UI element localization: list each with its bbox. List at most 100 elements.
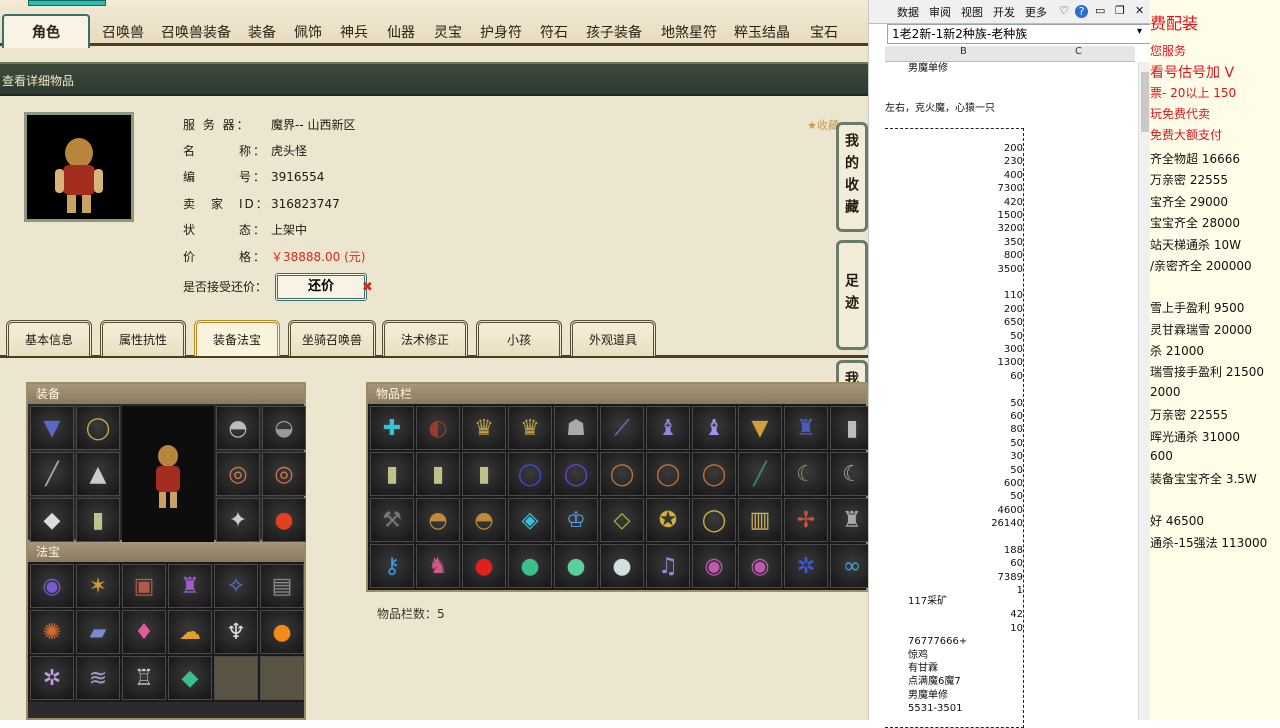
inventory-slot[interactable]: ● [462, 544, 506, 588]
subtab-mount-summon[interactable]: 坐骑召唤兽 [288, 320, 376, 356]
inventory-slot[interactable]: ╱ [738, 452, 782, 496]
inventory-slot[interactable]: ● [600, 544, 644, 588]
subtab-spell-mod[interactable]: 法术修正 [382, 320, 468, 356]
tab-equip[interactable]: 装备 [242, 20, 282, 46]
subtab-equip-treasure[interactable]: 装备法宝 [194, 320, 280, 356]
equip-slot-robe[interactable]: ▲ [76, 452, 120, 496]
inventory-slot[interactable]: ✲ [784, 544, 828, 588]
treasure-slot[interactable]: ☁ [168, 610, 212, 654]
subtab-appearance[interactable]: 外观道具 [570, 320, 656, 356]
inventory-slot[interactable]: ◐ [416, 406, 460, 450]
restore-icon[interactable]: ❐ [1115, 4, 1125, 17]
tab-immortal-gear[interactable]: 仙器 [380, 20, 422, 46]
equip-slot-ring-2[interactable]: ◎ [262, 452, 306, 496]
chevron-down-icon[interactable]: ▾ [1137, 26, 1142, 37]
inventory-slot[interactable]: ⚷ [370, 544, 414, 588]
treasure-slot[interactable]: ▣ [122, 564, 166, 608]
inventory-slot[interactable]: ▮ [462, 452, 506, 496]
inventory-slot[interactable]: ◯ [646, 452, 690, 496]
ribbon-tab-dev[interactable]: 开发 [993, 4, 1015, 20]
inventory-slot[interactable]: ☾ [784, 452, 828, 496]
treasure-slot-empty[interactable] [214, 656, 258, 700]
sheet-cells[interactable]: 男魔单修 左右，克火魔，心猿一只 200 230 400 7300 420 1500 320… [885, 62, 1135, 728]
inventory-slot[interactable]: ◯ [692, 452, 736, 496]
column-header-b[interactable]: B [960, 46, 967, 57]
inventory-slot[interactable]: ◯ [508, 452, 552, 496]
tab-summon-equip[interactable]: 召唤兽装备 [156, 20, 236, 46]
subtab-resistance[interactable]: 属性抗性 [100, 320, 186, 356]
ribbon-tab-data[interactable]: 数据 [897, 4, 919, 20]
inventory-slot[interactable]: ✢ [784, 498, 828, 542]
tab-star-rune[interactable]: 地煞星符 [655, 20, 723, 46]
inventory-slot[interactable]: ◯ [554, 452, 598, 496]
tab-child-equip[interactable]: 孩子装备 [580, 20, 648, 46]
help-icon[interactable]: ? [1075, 5, 1088, 18]
equip-slot-armor[interactable]: ▼ [30, 406, 74, 450]
treasure-slot[interactable]: ✺ [30, 610, 74, 654]
treasure-slot[interactable]: ♜ [168, 564, 212, 608]
treasure-slot[interactable]: ♖ [122, 656, 166, 700]
inventory-slot[interactable]: ◇ [600, 498, 644, 542]
inventory-slot[interactable]: ◈ [508, 498, 552, 542]
my-favorites-button[interactable]: 我的收藏 [836, 122, 868, 232]
treasure-slot[interactable]: ♦ [122, 610, 166, 654]
inventory-slot[interactable]: ◉ [738, 544, 782, 588]
inventory-slot[interactable]: ♞ [416, 544, 460, 588]
tab-divine-weapon[interactable]: 神兵 [334, 20, 374, 46]
treasure-slot[interactable]: ✧ [214, 564, 258, 608]
formula-bar[interactable]: 1老2新-1新2种族-老种族 [887, 24, 1151, 44]
inventory-slot[interactable]: ▮ [416, 452, 460, 496]
treasure-slot[interactable]: ▤ [260, 564, 304, 608]
ribbon-tab-review[interactable]: 审阅 [929, 4, 951, 20]
inventory-slot[interactable]: ▥ [738, 498, 782, 542]
inventory-slot[interactable]: ◓ [462, 498, 506, 542]
equip-slot-earring[interactable]: ✦ [216, 498, 260, 542]
tab-role[interactable]: 角色 [2, 14, 90, 48]
inventory-slot[interactable]: ✚ [370, 406, 414, 450]
inventory-slot[interactable]: ● [508, 544, 552, 588]
inventory-slot[interactable]: ♛ [462, 406, 506, 450]
inventory-slot[interactable]: ⚒ [370, 498, 414, 542]
heart-icon[interactable]: ♡ [1059, 4, 1069, 17]
subtab-child[interactable]: 小孩 [476, 320, 562, 356]
inventory-slot[interactable]: ◯ [692, 498, 736, 542]
tab-rune-stone[interactable]: 符石 [534, 20, 574, 46]
treasure-slot-empty[interactable] [260, 656, 304, 700]
equip-slot-shoulder[interactable]: ◒ [262, 406, 306, 450]
tab-spirit-treasure[interactable]: 灵宝 [427, 20, 469, 46]
ribbon-tab-view[interactable]: 视图 [961, 4, 983, 20]
equip-slot-belt[interactable]: ◆ [30, 498, 74, 542]
minimize-icon[interactable]: ▭ [1095, 4, 1105, 17]
tab-jade-crystal[interactable]: 粹玉结晶 [728, 20, 796, 46]
equip-slot-necklace[interactable]: ◯ [76, 406, 120, 450]
close-icon[interactable]: ✕ [1135, 4, 1144, 17]
tab-gem[interactable]: 宝石 [802, 20, 846, 46]
treasure-slot[interactable]: ◆ [168, 656, 212, 700]
equip-slot-charm[interactable]: ● [262, 498, 306, 542]
inventory-slot[interactable]: ◉ [692, 544, 736, 588]
inventory-slot[interactable]: ◯ [600, 452, 644, 496]
inventory-slot[interactable]: ☗ [554, 406, 598, 450]
tab-ornament[interactable]: 佩饰 [288, 20, 328, 46]
subtab-basic-info[interactable]: 基本信息 [6, 320, 92, 356]
inventory-slot[interactable]: ∞ [830, 544, 868, 588]
counter-offer-button[interactable]: 还价 [275, 273, 367, 301]
treasure-slot[interactable]: ● [260, 610, 304, 654]
inventory-slot[interactable]: ♫ [646, 544, 690, 588]
scroll-thumb[interactable] [1141, 72, 1149, 132]
treasure-slot[interactable]: ✲ [30, 656, 74, 700]
treasure-slot[interactable]: ▰ [76, 610, 120, 654]
treasure-slot[interactable]: ✶ [76, 564, 120, 608]
inventory-slot[interactable]: ♛ [508, 406, 552, 450]
inventory-slot[interactable]: ♝ [646, 406, 690, 450]
equip-slot-weapon[interactable]: ╱ [30, 452, 74, 496]
inventory-slot[interactable]: ⟋ [600, 406, 644, 450]
inventory-slot[interactable]: ♜ [784, 406, 828, 450]
inventory-slot[interactable]: ♝ [692, 406, 736, 450]
treasure-slot[interactable]: ♆ [214, 610, 258, 654]
inventory-slot[interactable]: ▼ [738, 406, 782, 450]
tab-summon[interactable]: 召唤兽 [95, 20, 151, 46]
treasure-slot[interactable]: ◉ [30, 564, 74, 608]
equip-slot-boots[interactable]: ▮ [76, 498, 120, 542]
treasure-slot[interactable]: ≋ [76, 656, 120, 700]
